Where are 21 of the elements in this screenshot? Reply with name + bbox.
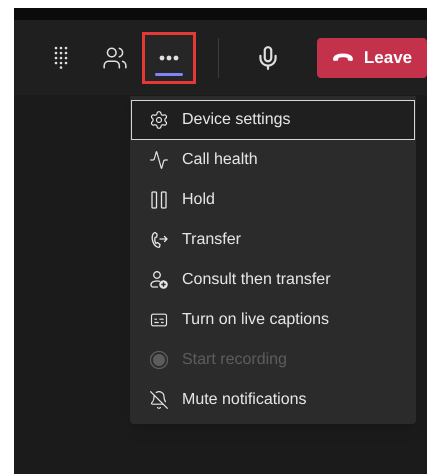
pulse-icon bbox=[149, 150, 169, 170]
menu-item[interactable]: Device settings bbox=[131, 100, 415, 140]
more-icon bbox=[159, 54, 180, 60]
menu-item[interactable]: Transfer bbox=[131, 220, 415, 260]
settings-icon bbox=[149, 110, 169, 130]
person-add-icon bbox=[149, 270, 169, 290]
hang-up-icon bbox=[332, 53, 354, 62]
menu-item[interactable]: Consult then transfer bbox=[131, 260, 415, 300]
phone-transfer-icon bbox=[149, 230, 169, 250]
record-icon bbox=[149, 350, 169, 370]
menu-item[interactable]: Mute notifications bbox=[131, 380, 415, 420]
people-icon bbox=[102, 44, 128, 70]
bell-off-icon bbox=[149, 390, 169, 410]
menu-item[interactable]: Call health bbox=[131, 140, 415, 180]
dialpad-icon bbox=[54, 46, 68, 69]
more-button[interactable] bbox=[142, 32, 196, 84]
menu-item[interactable]: Turn on live captions bbox=[131, 300, 415, 340]
pause-icon bbox=[149, 190, 169, 210]
selected-indicator bbox=[155, 72, 184, 76]
leave-button[interactable]: Leave bbox=[317, 38, 427, 78]
menu-item[interactable]: Hold bbox=[131, 180, 415, 220]
